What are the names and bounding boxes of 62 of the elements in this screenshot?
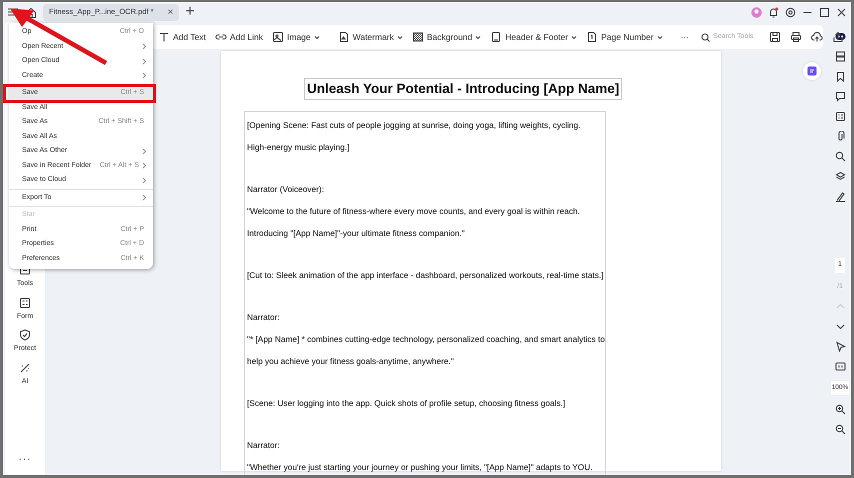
more-button[interactable]: ··· <box>680 30 690 44</box>
zoom-in-icon[interactable] <box>834 404 846 415</box>
toolbar-button[interactable]: Add Link <box>214 30 264 44</box>
text-line: High-energy music playing.] <box>247 141 350 154</box>
print-icon[interactable] <box>790 31 802 43</box>
app-icon[interactable] <box>807 66 817 76</box>
thumbnails-icon[interactable] <box>834 51 846 62</box>
text-icon <box>158 31 170 43</box>
toolbar-button[interactable]: Header & Footer <box>490 30 578 44</box>
caret-icon <box>396 34 403 40</box>
tab-close-button[interactable]: × <box>168 4 174 20</box>
share-icon[interactable] <box>832 31 844 43</box>
search-icon <box>701 32 710 42</box>
new-tab-button[interactable]: + <box>185 4 195 20</box>
pointer-icon[interactable] <box>834 341 846 352</box>
caret-icon <box>314 34 320 40</box>
bookmark-icon[interactable] <box>834 71 846 82</box>
comment-icon[interactable] <box>834 91 846 102</box>
text-line: Introducing "[App Name]"-your ultimate fitness companion." <box>247 227 465 240</box>
page-number-icon <box>586 31 598 43</box>
text-line: "* [App Name] * combines cutting-edge technology, personalized coaching, and smart analytics to <box>247 333 605 346</box>
text-line: Narrator (Voiceover): <box>247 183 324 196</box>
shield-icon <box>19 329 31 341</box>
chevron-right-icon <box>142 194 147 202</box>
save-icon[interactable] <box>769 31 782 43</box>
layers-icon[interactable] <box>834 171 846 182</box>
text-line: "Whether you're just starting your journey or pushing your limits, "[App Name]" adapts to YOU. <box>247 461 593 474</box>
text-line: Narrator: <box>247 439 280 452</box>
settings-icon[interactable] <box>785 6 796 18</box>
watermark-icon <box>338 31 350 43</box>
avatar-icon[interactable] <box>751 6 762 18</box>
form-icon[interactable] <box>834 111 846 122</box>
toolbar-button[interactable]: Page Number <box>586 30 663 44</box>
maximize-icon[interactable] <box>819 6 830 18</box>
text-line: [Scene: User logging into the app. Quick shots of profile setup, choosing fitness goals.] <box>247 397 566 410</box>
toolbar-button[interactable]: Add Text <box>158 30 206 44</box>
pattern-icon <box>412 31 424 43</box>
page-icon <box>490 31 502 43</box>
document-title: Unleash Your Potential - Introducing [App Name] <box>304 78 622 100</box>
search-icon[interactable] <box>834 151 846 162</box>
text-line: help you achieve your fitness goals-anytime, anywhere." <box>247 355 454 368</box>
signature-icon[interactable] <box>834 191 846 202</box>
toolbar-button[interactable]: Watermark <box>338 30 403 44</box>
text-line: Narrator: <box>247 311 280 324</box>
menu-icon[interactable] <box>7 7 19 17</box>
form-icon <box>19 296 31 308</box>
text-line: [Opening Scene: Fast cuts of people jogging at sunrise, doing yoga, lifting weights, cycling. <box>247 119 580 132</box>
fit-page-icon[interactable] <box>834 361 846 372</box>
cloud-upload-icon[interactable] <box>811 31 824 43</box>
text-line: "Welcome to the future of fitness-where every move counts, and every goal is within reach. <box>247 205 580 218</box>
close-icon[interactable] <box>836 6 847 18</box>
toolbar-button[interactable]: Background <box>412 30 482 44</box>
caret-icon <box>475 34 482 40</box>
image-icon <box>272 31 284 43</box>
text-line: [Cut to: Sleek animation of the app interface - dashboard, personalized workouts, real-time stats.] <box>247 269 604 282</box>
zoom-out-icon[interactable] <box>834 424 846 435</box>
wand-icon <box>19 362 31 374</box>
caret-icon <box>656 34 663 40</box>
toolbar-button[interactable]: Image <box>272 30 320 44</box>
bell-icon[interactable] <box>768 6 779 18</box>
caret-icon <box>571 34 578 40</box>
more-button[interactable]: ··· <box>18 452 32 467</box>
